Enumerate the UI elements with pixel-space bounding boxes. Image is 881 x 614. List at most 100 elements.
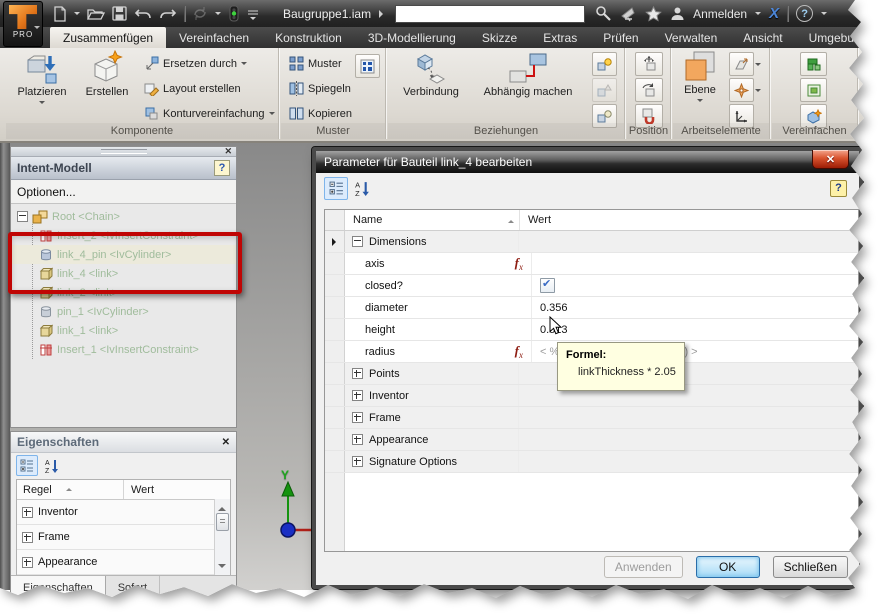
- column-header-wert[interactable]: Wert: [124, 480, 230, 499]
- property-group-appearance[interactable]: Appearance: [17, 550, 230, 575]
- height-value[interactable]: 0.513: [532, 319, 858, 340]
- update-dropdown-icon[interactable]: [215, 12, 221, 18]
- tab-ansicht[interactable]: Ansicht: [730, 27, 795, 48]
- param-row-diameter[interactable]: diameter 0.356: [325, 297, 858, 319]
- save-icon[interactable]: [112, 6, 127, 21]
- favorites-star-icon[interactable]: [645, 5, 662, 22]
- group-label-position[interactable]: Position: [627, 123, 670, 139]
- param-row-height[interactable]: height 0.513: [325, 319, 858, 341]
- group-label-beziehungen[interactable]: Beziehungen: [388, 123, 624, 139]
- sort-az-button[interactable]: AZ: [44, 458, 60, 474]
- tree-item-link1[interactable]: link_1 <link>: [11, 321, 236, 340]
- properties-close-icon[interactable]: [222, 437, 230, 448]
- param-group-dimensions[interactable]: Dimensions: [325, 231, 858, 253]
- platzieren-button[interactable]: Platzieren: [10, 50, 74, 107]
- point-dropdown-icon[interactable]: [755, 89, 761, 95]
- tab-pruefen[interactable]: Prüfen: [590, 27, 651, 48]
- new-file-icon[interactable]: [52, 5, 67, 22]
- column-header-name[interactable]: Name: [345, 210, 520, 230]
- simplify-views-button[interactable]: [800, 52, 827, 76]
- dialog-titlebar[interactable]: Parameter für Bauteil link_4 bearbeiten: [316, 150, 859, 173]
- tree-item-link4[interactable]: link_4 <link>: [11, 264, 236, 283]
- group-label-komponente[interactable]: Komponente: [6, 123, 278, 139]
- pattern-extra-button[interactable]: [355, 54, 380, 78]
- column-header-regel[interactable]: Regel: [17, 480, 124, 499]
- diameter-value[interactable]: 0.356: [532, 297, 858, 318]
- constraint-warning-button[interactable]: [592, 78, 617, 102]
- plane-dropdown-icon[interactable]: [755, 63, 761, 69]
- sign-in-label[interactable]: Anmelden: [693, 7, 747, 21]
- tree-item-link2[interactable]: link_2 <link>: [11, 283, 236, 302]
- verbindung-button[interactable]: Verbindung: [394, 50, 468, 98]
- work-plane-flyout-button[interactable]: [729, 52, 754, 76]
- sign-in-dropdown-icon[interactable]: [755, 12, 762, 18]
- tab-vereinfachen[interactable]: Vereinfachen: [166, 27, 262, 48]
- options-row[interactable]: Optionen...: [11, 180, 236, 204]
- tree-item-insert2[interactable]: Insert_2 <IvInsertConstraint>: [11, 226, 236, 245]
- expand-icon[interactable]: [352, 412, 363, 423]
- kopieren-button[interactable]: Kopieren: [289, 106, 352, 121]
- exchange-apps-x-icon[interactable]: [769, 5, 779, 22]
- expand-icon[interactable]: [352, 368, 363, 379]
- intent-help-icon[interactable]: [214, 160, 230, 176]
- free-move-button[interactable]: [635, 52, 663, 76]
- panel-close-icon[interactable]: [224, 146, 232, 157]
- new-file-dropdown-icon[interactable]: [74, 12, 80, 18]
- undo-icon[interactable]: [134, 7, 152, 21]
- param-group-signature-options[interactable]: Signature Options: [325, 451, 858, 473]
- erstellen-button[interactable]: Erstellen: [78, 50, 136, 98]
- user-person-icon[interactable]: [670, 6, 685, 21]
- expand-icon[interactable]: [352, 456, 363, 467]
- group-label-arbeitselemente[interactable]: Arbeitselemente: [673, 123, 769, 139]
- collapse-icon[interactable]: [352, 236, 363, 247]
- expand-icon[interactable]: [22, 556, 33, 568]
- param-group-appearance[interactable]: Appearance: [325, 429, 858, 451]
- apply-button[interactable]: Anwenden: [603, 556, 683, 578]
- document-switch-arrow-icon[interactable]: [379, 9, 387, 18]
- scroll-thumb[interactable]: [216, 513, 229, 531]
- tab-konstruktion[interactable]: Konstruktion: [262, 27, 355, 48]
- expand-icon[interactable]: [352, 434, 363, 445]
- dialog-help-icon[interactable]: [830, 179, 847, 197]
- dialog-sort-az-button[interactable]: AZ: [354, 180, 371, 197]
- group-label-vereinfachen[interactable]: Vereinfachen: [772, 123, 857, 139]
- properties-scrollbar[interactable]: [214, 499, 230, 575]
- expand-icon[interactable]: [22, 506, 33, 518]
- tab-sofort[interactable]: Sofort: [106, 576, 161, 599]
- categorized-view-button[interactable]: [16, 455, 38, 476]
- param-row-axis[interactable]: axis: [325, 253, 858, 275]
- subscription-satellite-icon[interactable]: [620, 6, 637, 22]
- param-group-frame[interactable]: Frame: [325, 407, 858, 429]
- show-constraints-button[interactable]: [592, 52, 617, 76]
- free-rotate-button[interactable]: [635, 78, 663, 102]
- material-status-traffic-light-icon[interactable]: [228, 5, 240, 22]
- scroll-up-icon[interactable]: [218, 503, 226, 511]
- closed-checkbox[interactable]: [540, 277, 555, 293]
- layout-erstellen-button[interactable]: Layout erstellen: [144, 81, 241, 96]
- define-envelopes-button[interactable]: [800, 78, 827, 102]
- tree-item-root[interactable]: Root <Chain>: [11, 207, 236, 226]
- muster-button[interactable]: Muster: [289, 56, 342, 71]
- tab-extras[interactable]: Extras: [530, 27, 590, 48]
- konturvereinfachung-button[interactable]: Konturvereinfachung: [144, 106, 275, 121]
- abhaengig-machen-button[interactable]: Abhängig machen: [470, 50, 586, 98]
- open-icon[interactable]: [87, 6, 105, 22]
- tree-collapse-icon[interactable]: [17, 211, 28, 222]
- tree-item-insert1[interactable]: Insert_1 <IvInsertConstraint>: [11, 340, 236, 359]
- close-button[interactable]: Schließen: [772, 556, 848, 578]
- work-point-button[interactable]: [729, 78, 754, 102]
- redo-icon[interactable]: [159, 7, 177, 21]
- ok-button[interactable]: OK: [695, 556, 760, 578]
- property-group-inventor[interactable]: Inventor: [17, 500, 230, 525]
- inventor-logo-button[interactable]: PRO: [3, 1, 43, 47]
- tree-item-pin1[interactable]: pin_1 <IvCylinder>: [11, 302, 236, 321]
- help-icon[interactable]: [796, 5, 814, 22]
- dialog-categorized-view-button[interactable]: [324, 176, 348, 200]
- tab-umgebungen[interactable]: Umgebungen: [796, 27, 864, 48]
- tab-skizze[interactable]: Skizze: [469, 27, 530, 48]
- tab-zusammenfuegen[interactable]: Zusammenfügen: [50, 27, 167, 48]
- search-icon[interactable]: [595, 5, 612, 22]
- tab-verwalten[interactable]: Verwalten: [652, 27, 731, 48]
- scroll-down-icon[interactable]: [218, 564, 226, 572]
- update-icon[interactable]: [192, 6, 208, 21]
